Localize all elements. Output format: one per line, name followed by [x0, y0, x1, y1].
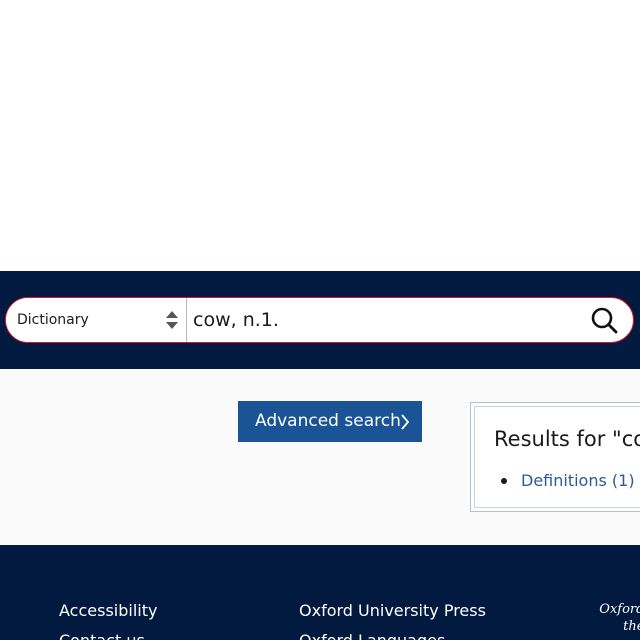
university-logo-text[interactable]: Oxford Univers the Univers U — [540, 601, 640, 640]
search-bar: Dictionary — [5, 297, 634, 343]
search-scope-select[interactable]: Dictionary — [6, 298, 187, 342]
brand-line: U — [540, 635, 640, 640]
page: Dictionary Advanced search — [0, 0, 640, 640]
results-heading: Results for "co — [494, 427, 640, 451]
brand-line: Oxford Univers — [599, 602, 640, 617]
footer: Accessibility Contact us Oxford Universi… — [0, 545, 640, 640]
results-panel: Results for "co Definitions (1) — [470, 402, 640, 512]
search-band: Dictionary — [0, 271, 640, 369]
top-blank-area — [0, 0, 640, 271]
results-panel-inner: Results for "co Definitions (1) — [474, 406, 640, 508]
search-input[interactable] — [187, 298, 577, 342]
bullet-icon — [501, 478, 507, 484]
brand-line: the Univers — [623, 619, 640, 634]
footer-link-accessibility[interactable]: Accessibility — [59, 601, 157, 620]
search-icon — [591, 307, 618, 334]
sort-arrows-icon — [166, 311, 178, 329]
advanced-search-button[interactable]: Advanced search — [238, 401, 422, 442]
search-scope-label: Dictionary — [17, 312, 89, 328]
footer-link-oxford-languages[interactable]: Oxford Languages — [299, 631, 445, 640]
search-button[interactable] — [588, 305, 622, 335]
chevron-right-icon — [400, 414, 410, 430]
footer-link-contact[interactable]: Contact us — [59, 631, 145, 640]
definitions-link[interactable]: Definitions (1) — [521, 471, 635, 491]
footer-link-oup[interactable]: Oxford University Press — [299, 601, 486, 620]
advanced-search-label: Advanced search — [255, 411, 401, 431]
results-area: Advanced search Results for "co Definiti… — [0, 369, 640, 545]
